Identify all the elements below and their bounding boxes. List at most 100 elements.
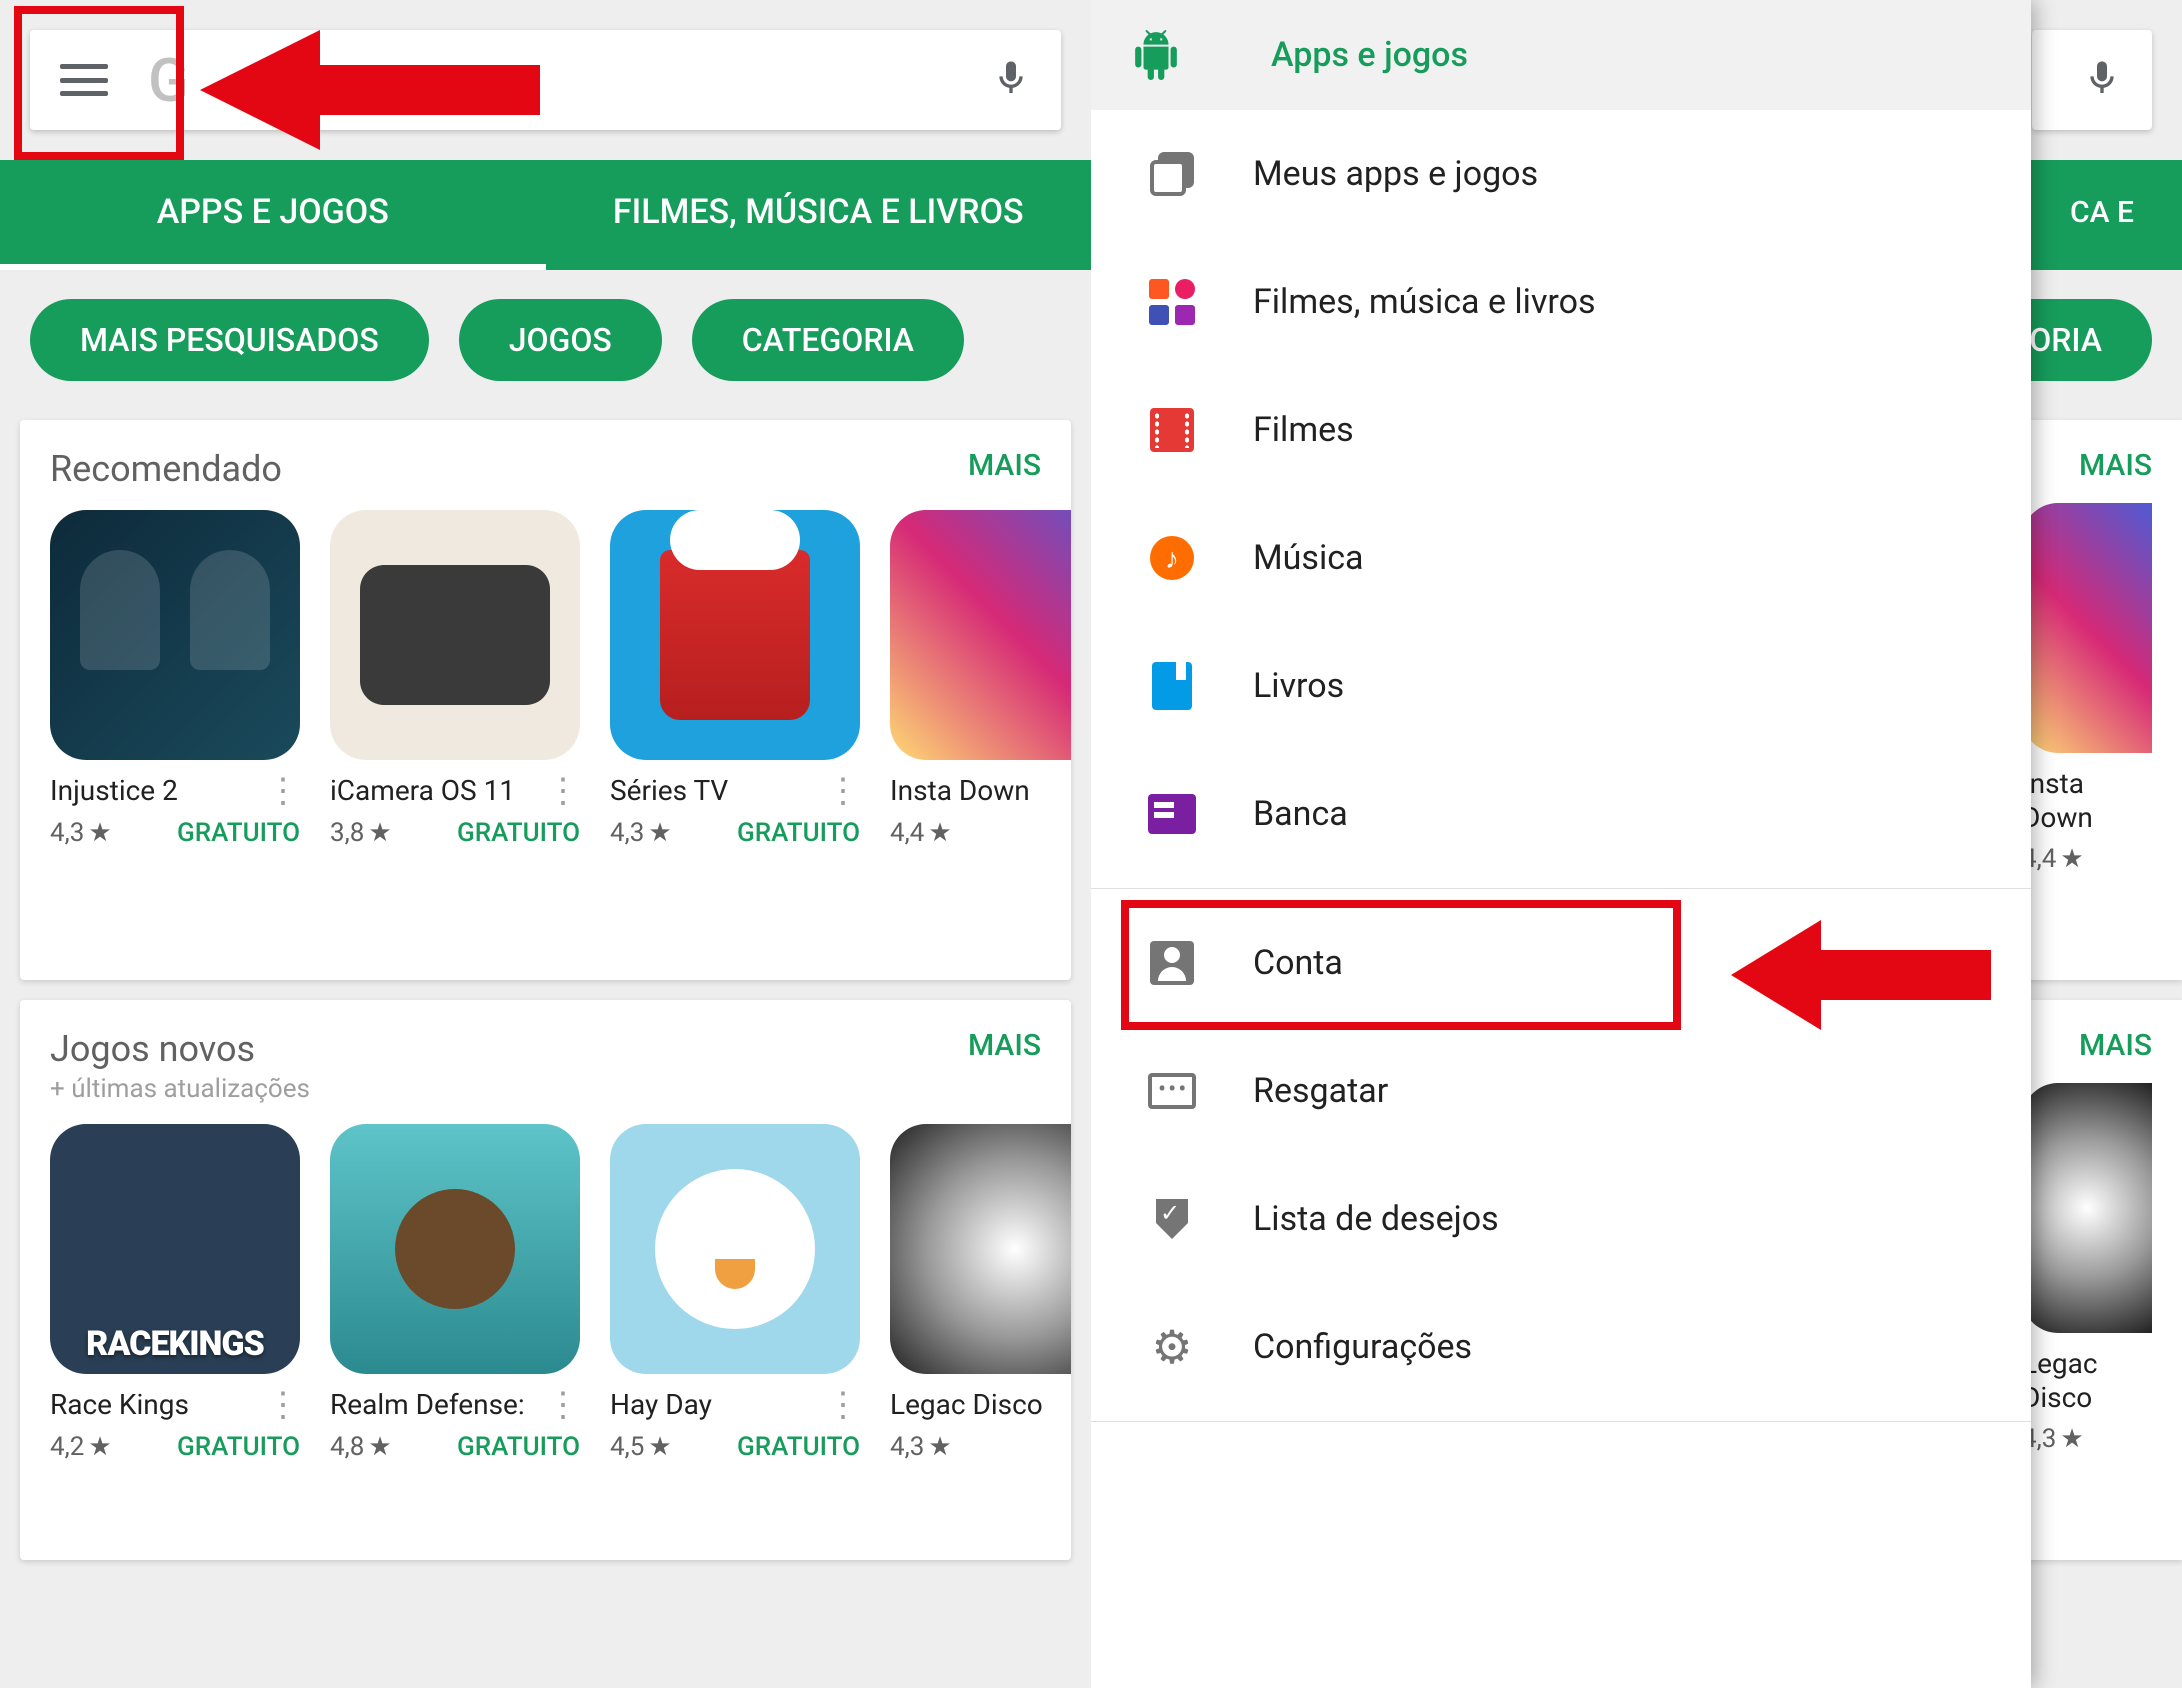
chip-categories[interactable]: CATEGORIA	[692, 299, 964, 381]
app-name: Hay Day	[610, 1388, 712, 1422]
top-tabs: APPS E JOGOS FILMES, MÚSICA E LIVROS	[0, 160, 1091, 270]
gear-icon: ⚙	[1147, 1322, 1197, 1372]
search-bar[interactable]: G	[30, 30, 1061, 130]
star-icon: ★	[368, 1432, 391, 1462]
section-more-link[interactable]: MAIS	[2079, 448, 2152, 483]
app-thumbnail-icon	[610, 1124, 860, 1374]
drawer-item-label: Filmes, música e livros	[1253, 282, 1596, 322]
tab-media[interactable]: FILMES, MÚSICA E LIVROS	[546, 160, 1092, 270]
app-name: Race Kings	[50, 1388, 189, 1422]
app-card[interactable]: Injustice 2⋮ 4,3★GRATUITO	[50, 510, 300, 848]
drawer-item-movies[interactable]: Filmes	[1091, 366, 2031, 494]
kebab-icon[interactable]: ⋮	[538, 774, 580, 808]
drawer-item-music[interactable]: ♪ Música	[1091, 494, 2031, 622]
app-name: Insta Down	[890, 774, 1030, 808]
tab-media-partial[interactable]: CA E	[2022, 160, 2182, 270]
app-thumbnail-icon	[2022, 503, 2152, 753]
library-icon	[1147, 149, 1197, 199]
kebab-icon[interactable]: ⋮	[818, 774, 860, 808]
app-card[interactable]: Séries TV ⋮ 4,3★ GRATUITO	[610, 510, 860, 848]
kebab-icon[interactable]: ⋮	[258, 1388, 300, 1422]
drawer-item-newsstand[interactable]: Banca	[1091, 750, 2031, 878]
hamburger-icon[interactable]	[60, 56, 108, 104]
app-card[interactable]: Legac Disco 4,3★	[890, 1124, 1071, 1462]
section-more-link[interactable]: MAIS	[2079, 1028, 2152, 1063]
app-thumbnail-icon	[890, 510, 1071, 760]
chip-games[interactable]: JOGOS	[459, 299, 662, 381]
star-icon: ★	[928, 1432, 951, 1462]
app-thumbnail-icon	[330, 1124, 580, 1374]
drawer-item-label: Música	[1253, 538, 1364, 578]
nav-drawer: Apps e jogos Meus apps e jogos Filmes, m…	[1091, 0, 2031, 1688]
section-title: Jogos novos	[50, 1028, 310, 1070]
drawer-item-books[interactable]: Livros	[1091, 622, 2031, 750]
background-peek: CA E ATEGORIA MAIS Insta Down 4,4★ MAIS	[2022, 0, 2182, 1688]
app-thumbnail-icon	[50, 510, 300, 760]
mic-icon[interactable]	[991, 52, 1031, 108]
section-subtitle: + últimas atualizações	[50, 1074, 310, 1104]
app-card[interactable]: Hay Day ⋮ 4,5★ GRATUITO	[610, 1124, 860, 1462]
drawer-item-label: Configurações	[1253, 1327, 1472, 1367]
chip-most-searched[interactable]: MAIS PESQUISADOS	[30, 299, 429, 381]
app-price: GRATUITO	[177, 1432, 300, 1462]
drawer-item-label: Banca	[1253, 794, 1348, 834]
star-icon: ★	[2060, 1424, 2083, 1454]
tab-apps-games[interactable]: APPS E JOGOS	[0, 160, 546, 270]
app-row: RACEKINGS Race Kings⋮ 4,2★GRATUITO Realm…	[20, 1114, 1071, 1482]
drawer-item-wishlist[interactable]: Lista de desejos	[1091, 1155, 2031, 1283]
app-rating: 4,3★	[890, 1432, 952, 1462]
app-name: Séries TV	[610, 774, 728, 808]
drawer-separator	[1091, 888, 2031, 889]
stage: APPS E JOGOS FILMES, MÚSICA E LIVROS G M…	[0, 0, 2182, 1688]
app-price: GRATUITO	[457, 818, 580, 848]
app-card[interactable]: RACEKINGS Race Kings⋮ 4,2★GRATUITO	[50, 1124, 300, 1462]
section-more-link[interactable]: MAIS	[968, 1028, 1041, 1063]
filter-chips: MAIS PESQUISADOS JOGOS CATEGORIA	[0, 280, 1091, 400]
section-more-link[interactable]: MAIS	[968, 448, 1041, 483]
app-rating: 4,4★	[890, 818, 952, 848]
mic-icon[interactable]	[2082, 52, 2122, 108]
drawer-item-label: Lista de desejos	[1253, 1199, 1499, 1239]
app-thumbnail-icon	[330, 510, 580, 760]
drawer-item-media[interactable]: Filmes, música e livros	[1091, 238, 2031, 366]
app-name: Injustice 2	[50, 774, 178, 808]
app-name: Legac Disco	[2022, 1347, 2152, 1414]
app-price: GRATUITO	[737, 818, 860, 848]
screenshot-right: CA E ATEGORIA MAIS Insta Down 4,4★ MAIS	[1091, 0, 2182, 1688]
app-rating: 4,4★	[2022, 844, 2084, 874]
app-rating: 3,8★	[330, 818, 392, 848]
drawer-header[interactable]: Apps e jogos	[1091, 0, 2031, 110]
drawer-item-my-apps[interactable]: Meus apps e jogos	[1091, 110, 2031, 238]
star-icon: ★	[648, 1432, 671, 1462]
app-rating: 4,2★	[50, 1432, 112, 1462]
drawer-item-label: Filmes	[1253, 410, 1354, 450]
drawer-item-account[interactable]: Conta	[1091, 899, 2031, 1027]
section-recommended: Recomendado MAIS Injustice 2 ⋮ 4,3★ GRATUI…	[20, 420, 1071, 980]
app-thumbnail-icon	[890, 1124, 1071, 1374]
app-price: GRATUITO	[737, 1432, 860, 1462]
app-row: Injustice 2⋮ 4,3★GRATUITO iCamera OS 11⋮…	[20, 500, 1071, 868]
app-card[interactable]: iCamera OS 11⋮ 3,8★GRATUITO	[330, 510, 580, 848]
app-rating: 4,5★	[610, 1432, 672, 1462]
chip-partial[interactable]: ATEGORIA	[2022, 299, 2152, 381]
app-price: GRATUITO	[177, 818, 300, 848]
star-icon: ★	[2060, 844, 2083, 874]
kebab-icon[interactable]: ⋮	[818, 1388, 860, 1422]
android-icon	[1131, 30, 1181, 80]
drawer-item-redeem[interactable]: Resgatar	[1091, 1027, 2031, 1155]
music-icon: ♪	[1147, 533, 1197, 583]
app-card[interactable]: Realm Defense:⋮ 4,8★GRATUITO	[330, 1124, 580, 1462]
kebab-icon[interactable]: ⋮	[258, 774, 300, 808]
star-icon: ★	[928, 818, 951, 848]
app-name: Legac Disco	[890, 1388, 1043, 1422]
drawer-item-settings[interactable]: ⚙ Configurações	[1091, 1283, 2031, 1411]
app-name: Insta Down	[2022, 767, 2152, 834]
section-title: Recomendado	[50, 448, 282, 490]
app-rating: 4,3★	[610, 818, 672, 848]
app-card[interactable]: Insta Down 4,4★	[890, 510, 1071, 848]
tiles-icon	[1147, 277, 1197, 327]
screenshot-left: APPS E JOGOS FILMES, MÚSICA E LIVROS G M…	[0, 0, 1091, 1688]
kebab-icon[interactable]: ⋮	[538, 1388, 580, 1422]
book-icon	[1147, 661, 1197, 711]
star-icon: ★	[88, 1432, 111, 1462]
